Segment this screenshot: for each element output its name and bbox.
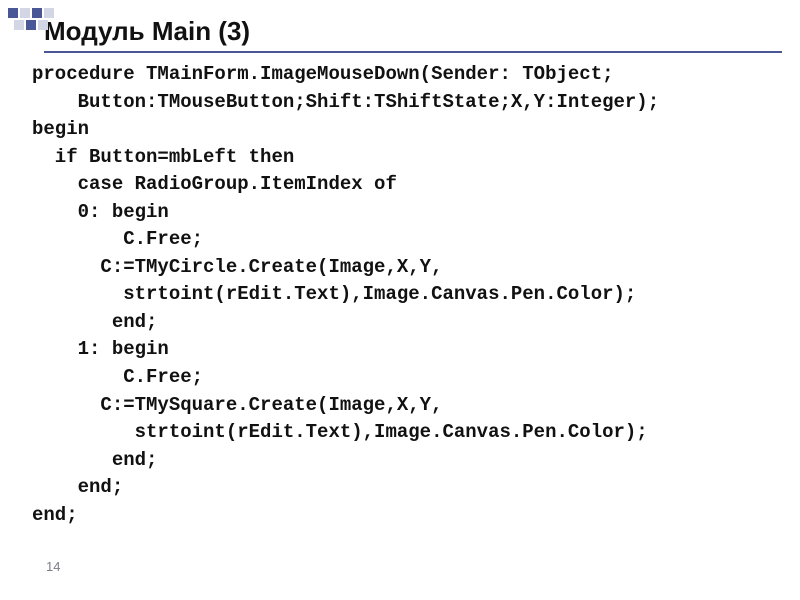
code-line: C.Free; [32,366,203,388]
code-line: Button:TMouseButton;Shift:TShiftState;X,… [32,91,659,113]
page-number: 14 [46,559,60,574]
code-line: C:=TMyCircle.Create(Image,X,Y, [32,256,442,278]
deco-square [44,8,54,18]
deco-square [20,8,30,18]
deco-square [26,20,36,30]
deco-square [8,8,18,18]
deco-square [32,8,42,18]
slide: Модуль Main (3) procedure TMainForm.Imag… [0,0,800,600]
code-line: if Button=mbLeft then [32,146,294,168]
code-line: strtoint(rEdit.Text),Image.Canvas.Pen.Co… [32,421,648,443]
header-decoration [8,8,158,30]
code-line: end; [32,449,157,471]
code-line: end; [32,311,157,333]
code-line: end; [32,504,78,526]
code-block: procedure TMainForm.ImageMouseDown(Sende… [32,61,782,529]
code-line: C:=TMySquare.Create(Image,X,Y, [32,394,442,416]
code-line: C.Free; [32,228,203,250]
deco-square [14,20,24,30]
code-line: end; [32,476,123,498]
code-line: 0: begin [32,201,169,223]
code-line: strtoint(rEdit.Text),Image.Canvas.Pen.Co… [32,283,636,305]
code-line: begin [32,118,89,140]
code-line: 1: begin [32,338,169,360]
deco-square [38,20,48,30]
code-line: case RadioGroup.ItemIndex of [32,173,397,195]
code-line: procedure TMainForm.ImageMouseDown(Sende… [32,63,614,85]
